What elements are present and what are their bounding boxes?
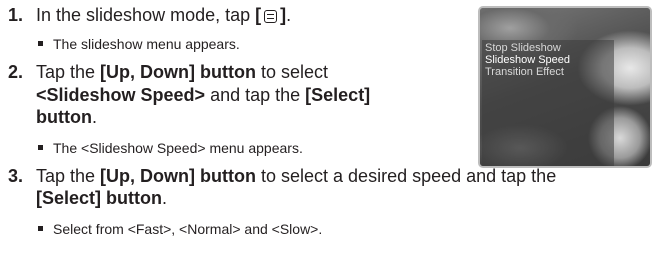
step-text-bold: [Up, Down] button [100,166,256,186]
menu-item-stop-slideshow[interactable]: Stop Slideshow [482,42,614,54]
step-text-plain: Tap the [36,62,101,82]
step-text-bold: [Up, Down] button [100,62,256,82]
step-text-plain: to select a desired speed and tap the [256,166,557,186]
step-2: 2. Tap the [Up, Down] button to select [8,61,328,83]
note-text: The slideshow menu appears. [53,36,240,52]
step-text-bold: <Slideshow Speed> [36,85,206,105]
step-number: 2. [8,62,24,82]
step-number: 3. [8,166,24,186]
step-text-plain: . [162,188,168,208]
step-text-plain: . [286,5,292,25]
menu-icon [264,10,278,23]
menu-item-slideshow-speed[interactable]: Slideshow Speed [482,54,614,66]
bullet-square [38,225,43,231]
step-text-plain: to select [256,62,329,82]
step-text-bold: button [36,107,92,127]
bullet-square [38,40,43,46]
bullet-square [38,144,43,150]
step-number: 1. [8,5,24,25]
step-text-bold: [Select] [305,85,371,105]
device-screen: Stop Slideshow Slideshow Speed Transitio… [478,6,652,168]
step-text-plain: Tap the [36,166,101,186]
step-3-note: Select from <Fast>, <Normal> and <Slow>. [38,220,322,238]
step-text: <Slideshow Speed> and tap the [Select] [36,84,370,106]
step-text-bold: [Select] button [36,188,162,208]
step-text-plain: In the slideshow mode, tap [36,5,256,25]
step-text: [Select] button. [36,187,167,209]
slideshow-menu: Stop Slideshow Slideshow Speed Transitio… [482,40,614,166]
step-2-note: The <Slideshow Speed> menu appears. [38,139,303,157]
step-2-line-3: button. [8,106,97,128]
step-text: Tap the [Up, Down] button to select a de… [36,165,556,187]
menu-item-transition-effect[interactable]: Transition Effect [482,66,614,78]
step-3-line-2: [Select] button. [8,187,167,209]
step-text-plain: . [91,107,97,127]
step-2-line-2: <Slideshow Speed> and tap the [Select] [8,84,370,106]
note-text: The <Slideshow Speed> menu appears. [53,140,303,156]
step-text: Tap the [Up, Down] button to select [36,61,328,83]
step-3: 3. Tap the [Up, Down] button to select a… [8,165,556,187]
step-text: button. [36,106,97,128]
step-text-plain: and tap the [205,85,306,105]
step-1-note: The slideshow menu appears. [38,35,240,53]
step-1: 1. In the slideshow mode, tap []. [8,4,291,26]
step-text: In the slideshow mode, tap []. [36,4,291,26]
bracket-open: [ [255,5,262,25]
note-text: Select from <Fast>, <Normal> and <Slow>. [53,221,323,237]
